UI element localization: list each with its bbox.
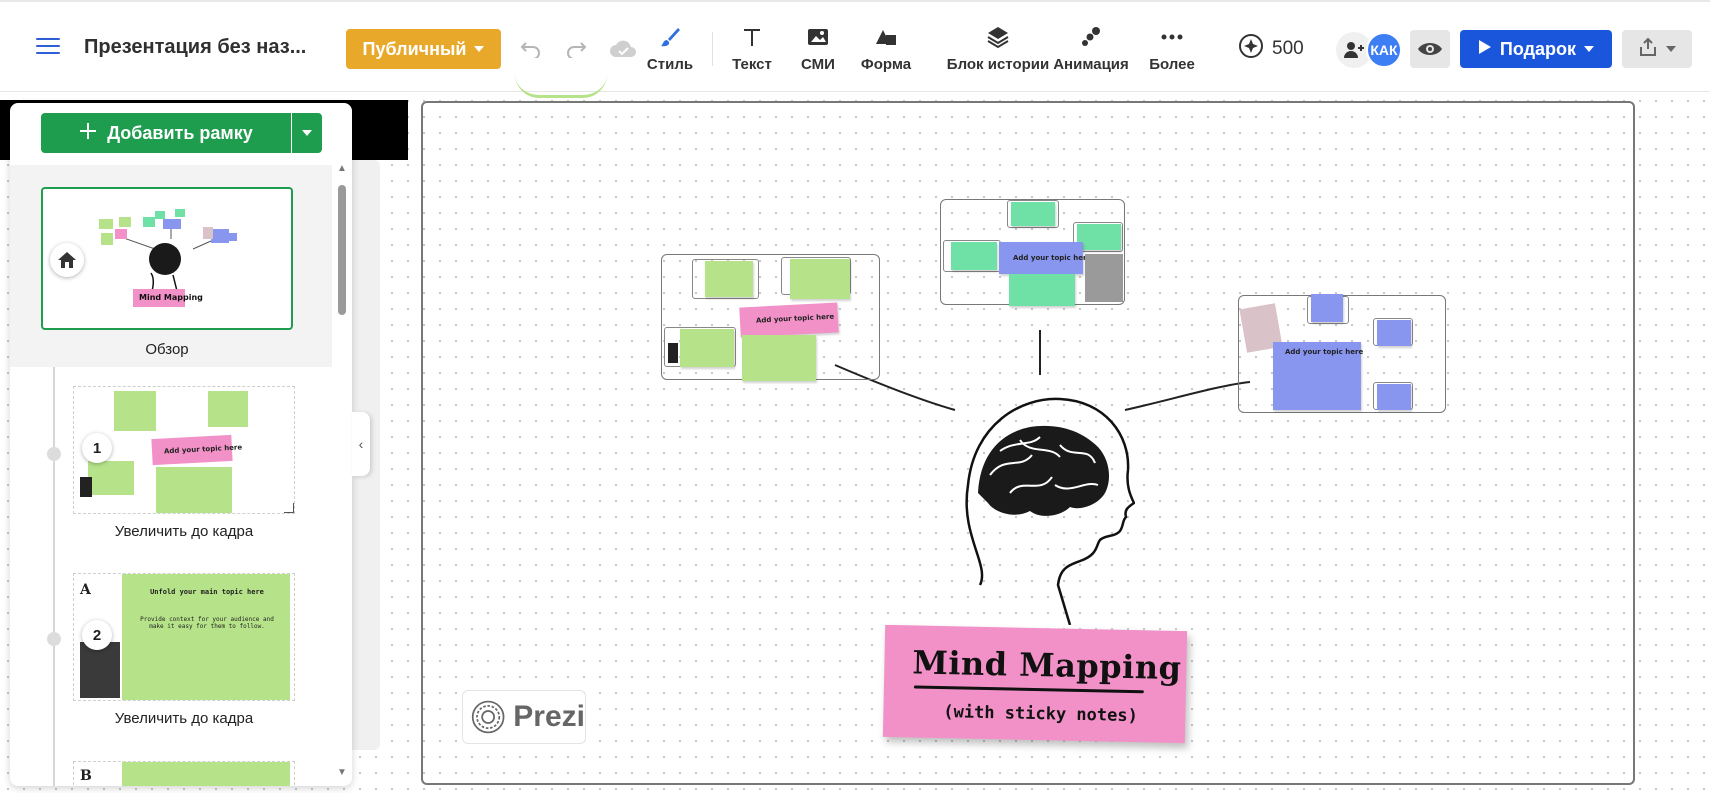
frames-scrollbar[interactable]: ▲ ▼ [336,163,350,783]
scroll-down-icon[interactable]: ▼ [337,767,347,778]
frame-step-dot [47,447,61,461]
sticky-note [705,261,753,297]
subtitle-text: (with sticky notes) [943,702,1139,727]
photo-thumbnail [668,343,678,363]
plus-icon [79,122,97,145]
scroll-thumb[interactable] [338,185,346,315]
topic-note-label: Add your topic here [1285,348,1364,356]
frame-label-2: Увеличить до кадра [114,710,254,727]
sticky-note [114,391,156,431]
connector-right [1124,381,1251,411]
photo-thumbnail [1085,254,1123,302]
photo-thumbnail [80,642,120,698]
sticky-note [1077,224,1121,250]
topic-group-top[interactable]: Add your topic here [940,199,1125,306]
sticky-note [951,242,997,270]
frames-panel: Добавить рамку Mind Mapping Обзор Add yo… [10,103,352,786]
topic-note-label: Add your topic here [1013,254,1092,262]
sticky-note [790,259,850,299]
add-frame-button[interactable]: Добавить рамку [41,113,291,153]
topic-group-right[interactable]: Add your topic here [1238,294,1446,413]
title-text: Mind Mapping [912,643,1182,688]
frame-step-number: 2 [82,620,112,650]
frame-label-overview: Обзор [145,341,189,358]
home-icon[interactable] [50,243,84,277]
frame-corner [284,503,294,513]
frame-body: Provide context for your audience and ma… [140,616,274,630]
sticky-note [680,329,734,367]
frame-letter: A [80,582,91,598]
sticky-note [1009,274,1075,306]
frame-step-number: 1 [82,433,112,463]
topic-note-label: Add your topic here [755,312,835,325]
add-frame-label: Добавить рамку [107,122,253,143]
sticky-note [1011,202,1055,226]
svg-text:Mind Mapping: Mind Mapping [139,293,203,302]
frame-label-1: Увеличить до кадра [114,523,254,540]
sticky-note [742,335,816,381]
sticky-note: Unfold your main topic here Provide cont… [122,574,290,700]
scroll-up-icon[interactable]: ▲ [337,163,347,174]
prezi-logo-text: Prezi [513,700,585,733]
title-underline [913,685,1144,694]
sticky-note [122,762,290,786]
add-frame-dropdown[interactable] [292,113,322,153]
sticky-note [1311,294,1343,322]
topic-note-label: Add your topic here [163,443,243,456]
sticky-note [208,391,248,427]
topic-note[interactable]: Add your topic here [999,242,1091,274]
frame-step-dot [47,632,61,646]
prezi-logo: Prezi [462,690,586,744]
chevron-down-icon [302,130,312,136]
topic-note[interactable]: Add your topic here [1273,342,1364,410]
chevron-left-icon[interactable]: ‹ [352,412,370,476]
frame-heading: Unfold your main topic here [150,588,264,596]
sticky-note [88,461,134,495]
sticky-note [156,467,232,513]
sticky-note [1377,384,1411,410]
frame-letter: B [80,768,92,784]
title-sticky-note[interactable]: Mind Mapping (with sticky notes) [882,624,1188,744]
frames-timeline [53,367,55,786]
photo-thumbnail [80,477,92,497]
brain-head-illustration [965,397,1135,625]
topic-group-left[interactable]: Add your topic here [661,254,880,381]
sticky-note [1377,320,1411,346]
topic-note[interactable]: Add your topic here [739,302,839,338]
frame-thumbnail-3[interactable]: B [73,761,295,786]
topic-note: Add your topic here [151,434,242,466]
prezi-logo-icon [471,700,505,734]
